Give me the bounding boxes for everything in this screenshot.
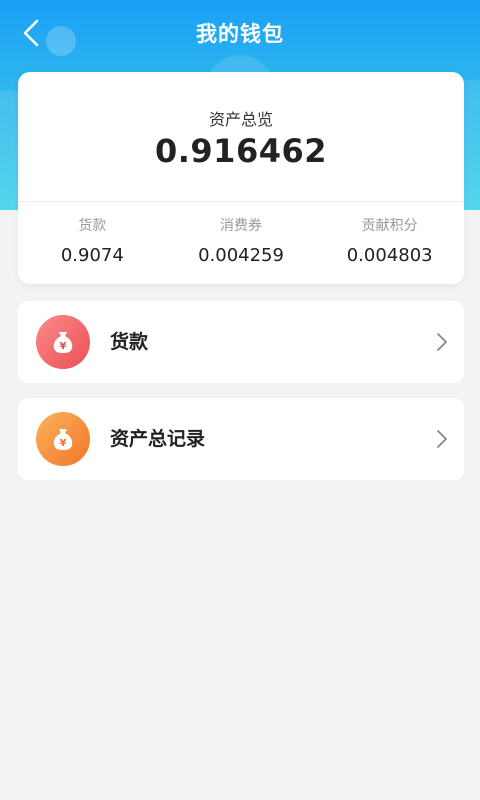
chevron-right-icon <box>437 333 447 351</box>
divider <box>18 201 464 202</box>
asset-summary-card: 资产总览 0.916462 货款 0.9074 消费券 0.004259 贡献积… <box>18 72 464 284</box>
asset-summary-label: 资产总览 <box>208 110 273 129</box>
menu-item-label: 资产总记录 <box>110 428 206 450</box>
asset-stats: 货款 0.9074 消费券 0.004259 贡献积分 0.004803 <box>18 216 464 268</box>
stat-coupon[interactable]: 消费券 0.004259 <box>167 216 316 268</box>
stat-value: 0.004803 <box>346 245 433 266</box>
menu-item-asset-records[interactable]: ¥ 资产总记录 <box>18 398 464 480</box>
stat-points[interactable]: 贡献积分 0.004803 <box>315 216 464 268</box>
money-bag-icon: ¥ <box>36 412 90 466</box>
chevron-right-icon <box>437 430 447 448</box>
stat-value: 0.004259 <box>198 245 284 266</box>
stat-value: 0.9074 <box>60 245 124 266</box>
stat-label: 货款 <box>78 218 107 234</box>
stat-label: 消费券 <box>220 218 262 234</box>
menu-item-label: 货款 <box>110 331 149 353</box>
page-title: 我的钱包 <box>196 22 284 46</box>
svg-text:¥: ¥ <box>60 438 67 449</box>
stat-payment[interactable]: 货款 0.9074 <box>18 216 167 268</box>
stat-label: 贡献积分 <box>361 218 418 234</box>
menu-item-payment[interactable]: ¥ 货款 <box>18 301 464 383</box>
money-bag-icon: ¥ <box>36 315 90 369</box>
svg-text:¥: ¥ <box>60 341 67 352</box>
asset-total-value: 0.916462 <box>154 132 327 170</box>
nav-bar: 我的钱包 <box>0 0 480 66</box>
